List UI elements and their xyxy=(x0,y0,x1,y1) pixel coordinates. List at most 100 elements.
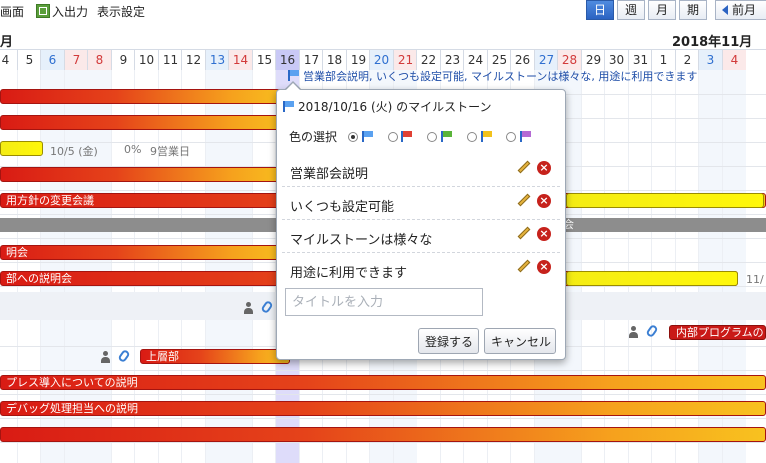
day-header-cell[interactable]: 13 xyxy=(205,50,229,70)
display-settings-menu[interactable]: 表示設定 xyxy=(97,3,145,20)
task-bar[interactable] xyxy=(0,89,290,104)
assignee-icon[interactable] xyxy=(243,302,254,314)
radio-button[interactable] xyxy=(506,132,517,142)
day-header-cell[interactable]: 2 xyxy=(675,50,699,70)
radio-button[interactable] xyxy=(427,132,438,142)
day-header-cell[interactable]: 6 xyxy=(40,50,64,70)
day-header-cell[interactable]: 30 xyxy=(604,50,628,70)
task-workdays: 9営業日 xyxy=(150,145,190,158)
radio-button[interactable] xyxy=(466,132,477,142)
assignee-icon[interactable] xyxy=(100,351,111,363)
delete-icon[interactable]: × xyxy=(537,194,551,208)
pencil-icon[interactable] xyxy=(517,226,531,240)
milestone-item: マイルストーンは様々な × xyxy=(282,220,560,253)
day-header-cell[interactable]: 10 xyxy=(134,50,158,70)
day-header-cell[interactable]: 29 xyxy=(581,50,605,70)
day-header-cell[interactable]: 15 xyxy=(252,50,276,70)
day-header-cell[interactable]: 16 xyxy=(275,50,299,70)
blue-flag-icon xyxy=(361,131,374,142)
month-label-current: 月 xyxy=(0,35,14,50)
view-month-button[interactable]: 月 xyxy=(648,0,676,20)
day-header-cell[interactable]: 8 xyxy=(87,50,111,70)
milestone-title-input[interactable] xyxy=(285,288,483,316)
cancel-button[interactable]: キャンセル xyxy=(484,328,556,354)
popup-title: 2018/10/16 (火) のマイルストーン xyxy=(283,98,492,115)
day-header-cell[interactable]: 24 xyxy=(463,50,487,70)
view-period-button[interactable]: 期 xyxy=(679,0,707,20)
day-header-cell[interactable]: 21 xyxy=(393,50,417,70)
delete-icon[interactable]: × xyxy=(537,161,551,175)
task-bar[interactable] xyxy=(0,115,290,130)
day-header-cell[interactable]: 19 xyxy=(346,50,370,70)
green-flag-icon xyxy=(440,131,453,142)
day-header-cell[interactable]: 11 xyxy=(158,50,182,70)
day-header-cell[interactable]: 1 xyxy=(651,50,675,70)
yellow-flag-icon xyxy=(480,131,493,142)
view-week-button[interactable]: 週 xyxy=(617,0,645,20)
radio-button[interactable] xyxy=(347,132,358,142)
delete-icon[interactable]: × xyxy=(537,260,551,274)
day-header-cell[interactable]: 22 xyxy=(416,50,440,70)
task-label: デバッグ処理担当への説明 xyxy=(6,402,138,415)
task-label-badge[interactable]: 内部プログラムの xyxy=(669,325,766,340)
color-option-red[interactable] xyxy=(382,130,417,144)
day-header-cell[interactable]: 12 xyxy=(181,50,205,70)
milestone-popup: 2018/10/16 (火) のマイルストーン 色の選択 営業部会説明 × いく… xyxy=(276,89,566,360)
view-day-button[interactable]: 日 xyxy=(586,0,614,20)
day-header-cell[interactable]: 17 xyxy=(299,50,323,70)
milestone-strip[interactable]: 営業部会説明, いくつも設定可能, マイルストーンは様々な, 用途に利用できます xyxy=(288,68,697,84)
assignee-icon[interactable] xyxy=(628,326,639,338)
prev-month-button[interactable]: 前月 xyxy=(715,0,766,20)
day-header-cell[interactable]: 7 xyxy=(64,50,88,70)
milestone-flag-icon xyxy=(283,101,295,112)
day-header-cell[interactable]: 31 xyxy=(628,50,652,70)
task-bar[interactable] xyxy=(0,167,290,182)
delete-icon[interactable]: × xyxy=(537,227,551,241)
task-bar[interactable]: 明会 xyxy=(0,245,290,260)
pencil-icon[interactable] xyxy=(517,259,531,273)
red-flag-icon xyxy=(401,131,413,142)
day-header-cell[interactable]: 5 xyxy=(17,50,41,70)
task-end-date: 11/ xyxy=(746,273,764,286)
month-label-next: 2018年11月 xyxy=(672,35,753,50)
io-menu-label: 入出力 xyxy=(52,5,89,19)
register-button[interactable]: 登録する xyxy=(418,328,479,354)
task-progress-bar[interactable] xyxy=(566,193,764,208)
color-option-yellow[interactable] xyxy=(461,130,496,144)
day-header-cell[interactable]: 20 xyxy=(369,50,393,70)
day-header-cell[interactable]: 18 xyxy=(322,50,346,70)
color-option-green[interactable] xyxy=(421,130,456,144)
day-header-cell[interactable]: 14 xyxy=(228,50,252,70)
day-header-cell[interactable]: 26 xyxy=(510,50,534,70)
screen-menu[interactable]: 画面 xyxy=(0,3,24,20)
task-bar[interactable] xyxy=(0,427,766,442)
chevron-left-icon xyxy=(722,5,728,15)
task-label: 部への説明会 xyxy=(6,272,72,285)
pencil-icon[interactable] xyxy=(517,193,531,207)
day-header-cell[interactable]: 27 xyxy=(534,50,558,70)
day-header-cell[interactable]: 28 xyxy=(557,50,581,70)
color-option-purple[interactable] xyxy=(500,130,535,144)
milestone-item-label: マイルストーンは様々な xyxy=(290,233,433,248)
day-header-cell[interactable]: 23 xyxy=(440,50,464,70)
milestone-flag-icon xyxy=(288,70,300,81)
import-export-icon xyxy=(36,4,50,18)
toolbar: 画面 入出力 表示設定 日 週 月 期 前月 xyxy=(0,0,766,22)
task-progress-bar[interactable] xyxy=(0,141,43,156)
task-end-date: 10/5 (金) xyxy=(50,145,98,158)
task-bar[interactable]: デバッグ処理担当への説明 xyxy=(0,401,766,416)
task-bar[interactable]: 上層部 xyxy=(140,349,290,364)
pencil-icon[interactable] xyxy=(517,160,531,174)
day-header-cell[interactable]: 25 xyxy=(487,50,511,70)
day-header-cell[interactable]: 4 xyxy=(0,50,17,70)
day-header-cell[interactable]: 9 xyxy=(111,50,135,70)
color-option-blue[interactable] xyxy=(342,130,377,144)
task-bar[interactable]: プレス導入についての説明 xyxy=(0,375,766,390)
radio-button[interactable] xyxy=(387,132,398,142)
task-label: 用方針の変更会議 xyxy=(6,194,94,207)
task-progress-bar[interactable] xyxy=(566,271,738,286)
milestone-item: 営業部会説明 × xyxy=(282,154,560,187)
day-header-cell[interactable]: 4 xyxy=(722,50,746,70)
day-header-cell[interactable]: 3 xyxy=(698,50,722,70)
io-menu[interactable]: 入出力 xyxy=(36,3,88,20)
